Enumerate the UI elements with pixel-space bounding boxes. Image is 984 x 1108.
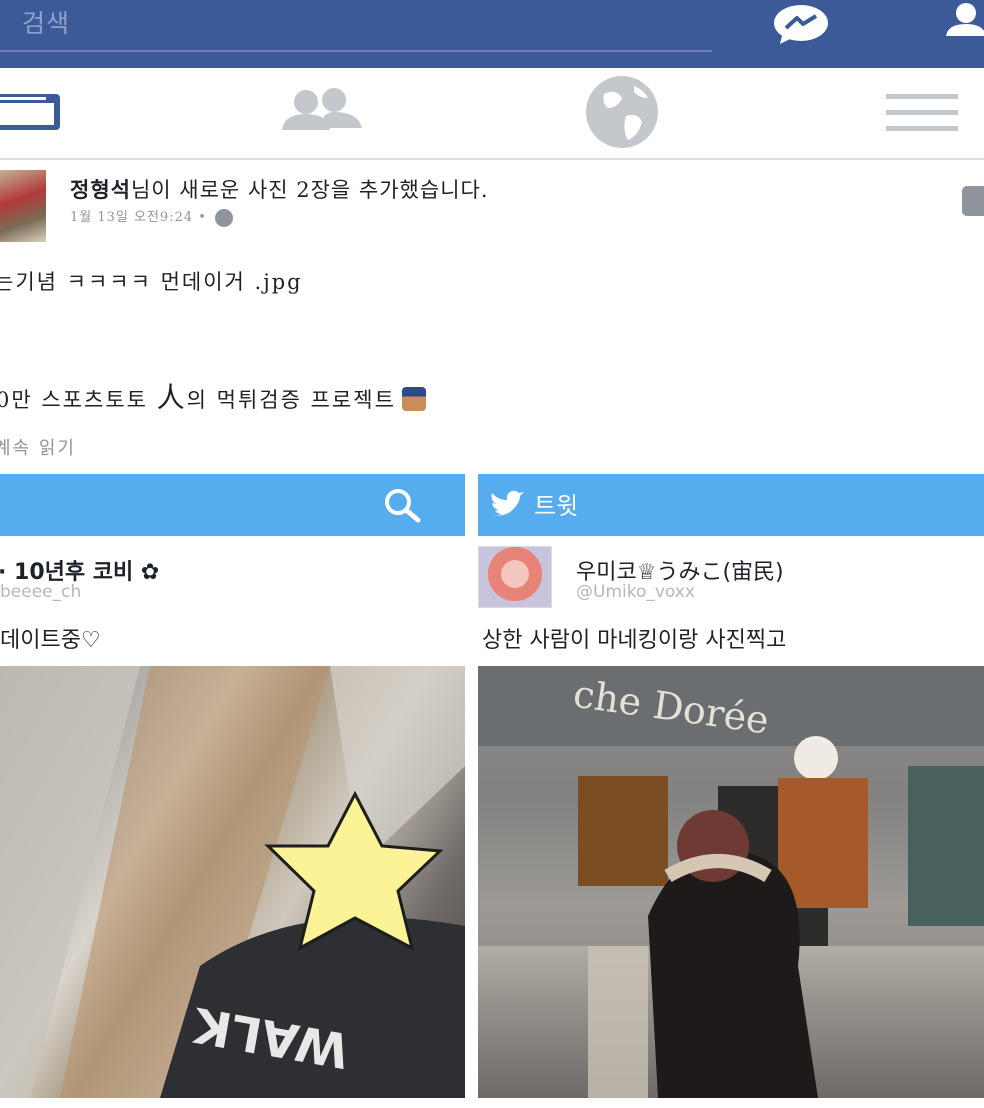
top-bar: 검색 bbox=[0, 0, 984, 68]
tweet-label: 트윗 bbox=[534, 492, 579, 520]
post-text-segment: 人 bbox=[156, 381, 187, 414]
post-action-text: 님이 새로운 사진 2장을 추가했습니다. bbox=[130, 178, 489, 202]
post-header: 정형석님이 새로운 사진 2장을 추가했습니다. bbox=[70, 174, 489, 204]
post-text-segment: 의 먹튀검증 프로젝트 bbox=[186, 388, 396, 412]
post-text-line: 는기념 ㅋㅋㅋㅋ 먼데이거 .jpg bbox=[0, 270, 303, 294]
post-text-segment: 0만 스포츠토토 bbox=[0, 388, 157, 412]
messenger-icon[interactable] bbox=[772, 4, 830, 44]
profile-icon[interactable] bbox=[944, 0, 984, 44]
tweet-user-handle[interactable]: @Umiko_voxx bbox=[576, 582, 695, 602]
tweet-card-header-right[interactable]: 트윗 bbox=[478, 474, 984, 536]
tweet-user-handle[interactable]: beeee_ch bbox=[0, 582, 81, 602]
privacy-globe-icon bbox=[214, 208, 233, 227]
search-underline bbox=[0, 50, 712, 52]
globe-icon[interactable] bbox=[582, 68, 662, 158]
nav-bar bbox=[0, 68, 984, 160]
news-feed-icon[interactable] bbox=[0, 68, 70, 158]
search-input[interactable]: 검색 bbox=[22, 4, 70, 40]
post-time[interactable]: 1월 13일 오전9:24 • bbox=[70, 210, 207, 225]
friends-icon[interactable] bbox=[276, 68, 368, 158]
author-name[interactable]: 정형석 bbox=[70, 177, 131, 202]
search-icon[interactable] bbox=[382, 488, 424, 526]
tweet-text: 상한 사람이 마네킹이랑 사진찍고 bbox=[482, 628, 787, 653]
tweet-photo-right[interactable]: che Dorée bbox=[478, 666, 984, 1098]
twitter-bird-icon bbox=[490, 490, 524, 516]
post-text-line: 0만 스포츠토토 人의 먹튀검증 프로젝트 bbox=[0, 376, 426, 416]
menu-icon[interactable] bbox=[882, 68, 962, 158]
tweet-text: 데이트중♡ bbox=[0, 628, 101, 653]
photo-scene: WALK bbox=[0, 666, 465, 1098]
author-avatar[interactable] bbox=[0, 170, 46, 242]
tweet-card-header-left[interactable] bbox=[0, 474, 465, 536]
post-options-icon[interactable] bbox=[962, 186, 984, 216]
post-timestamp: 1월 13일 오전9:24 • bbox=[70, 206, 233, 227]
photo-scene: che Dorée bbox=[478, 666, 984, 1098]
tweet-avatar[interactable] bbox=[478, 546, 552, 608]
police-emoji-icon bbox=[401, 387, 426, 411]
read-more-link[interactable]: 계속 읽기 bbox=[0, 434, 76, 460]
tweet-photo-left[interactable]: WALK bbox=[0, 666, 465, 1098]
